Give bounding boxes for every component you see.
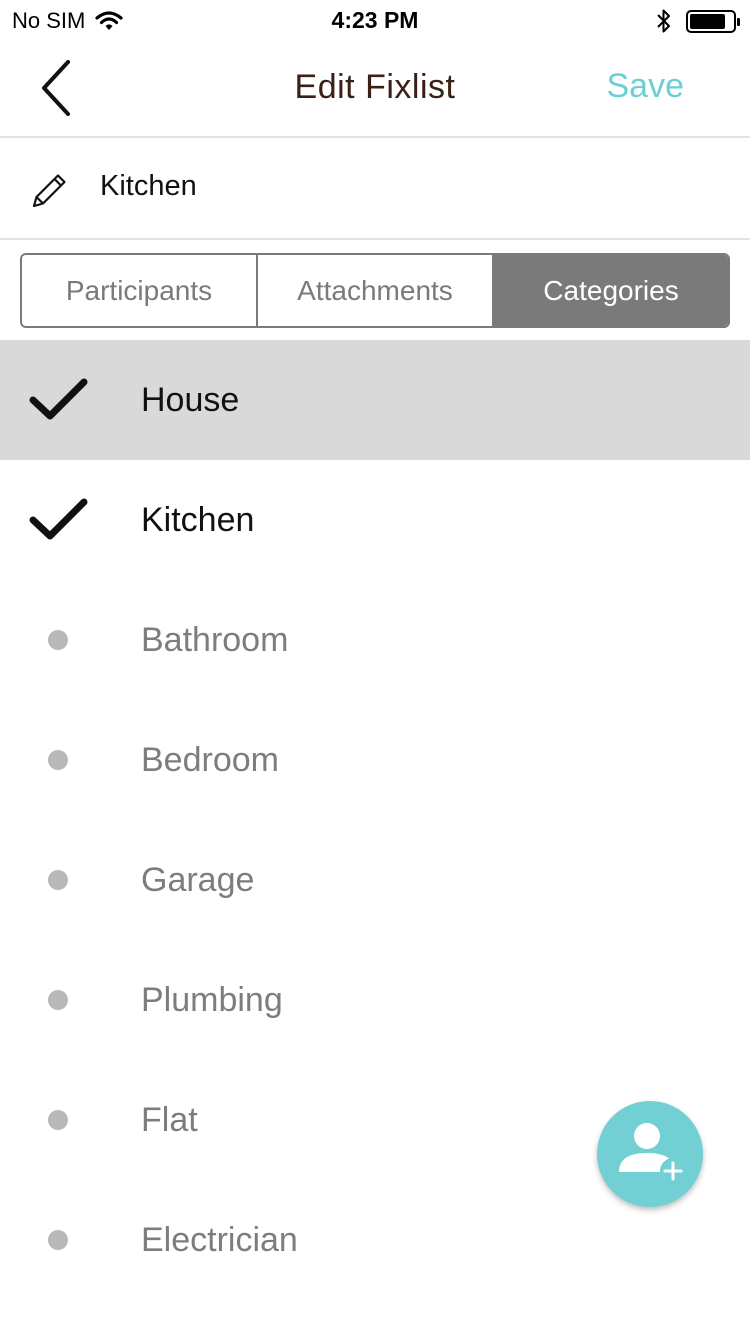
status-bar: No SIM 4:23 PM	[0, 0, 750, 40]
category-label: Bathroom	[141, 620, 289, 659]
fixlist-name-row[interactable]: Kitchen	[0, 140, 750, 240]
add-participant-button[interactable]	[597, 1101, 703, 1207]
fixlist-name: Kitchen	[100, 170, 197, 202]
tab-participants[interactable]: Participants	[22, 255, 256, 326]
bluetooth-icon	[657, 9, 670, 33]
battery-cap	[737, 17, 740, 26]
category-label: Garage	[141, 860, 255, 899]
pencil-icon	[32, 174, 66, 208]
category-label: Kitchen	[141, 500, 255, 539]
save-button[interactable]: Save	[607, 67, 685, 106]
category-item[interactable]: Bathroom	[0, 580, 750, 700]
category-item[interactable]: House	[0, 340, 750, 460]
bullet-icon	[28, 580, 90, 700]
category-label: Flat	[141, 1100, 198, 1139]
battery-level	[690, 13, 725, 29]
nav-bar: Edit Fixlist Save	[0, 40, 750, 138]
checkmark-icon	[28, 460, 90, 580]
battery-icon	[686, 9, 740, 33]
category-item[interactable]: Plumbing	[0, 940, 750, 1060]
bullet-icon	[28, 940, 90, 1060]
category-label: Electrician	[141, 1220, 298, 1259]
category-item[interactable]: Garage	[0, 820, 750, 940]
status-right	[656, 8, 740, 34]
category-label: Plumbing	[141, 980, 283, 1019]
category-label: House	[141, 380, 240, 419]
category-item[interactable]: Kitchen	[0, 460, 750, 580]
category-label: Bedroom	[141, 740, 279, 779]
tab-bar: Participants Attachments Categories	[20, 253, 730, 328]
tab-attachments[interactable]: Attachments	[256, 255, 492, 326]
bullet-icon	[28, 1060, 90, 1180]
bullet-icon	[28, 820, 90, 940]
status-time: 4:23 PM	[331, 7, 419, 33]
tab-categories[interactable]: Categories	[492, 255, 728, 326]
category-item[interactable]: Bedroom	[0, 700, 750, 820]
bullet-icon	[28, 1180, 90, 1300]
checkmark-icon	[28, 340, 90, 460]
bullet-icon	[28, 700, 90, 820]
add-user-icon	[619, 1123, 686, 1184]
